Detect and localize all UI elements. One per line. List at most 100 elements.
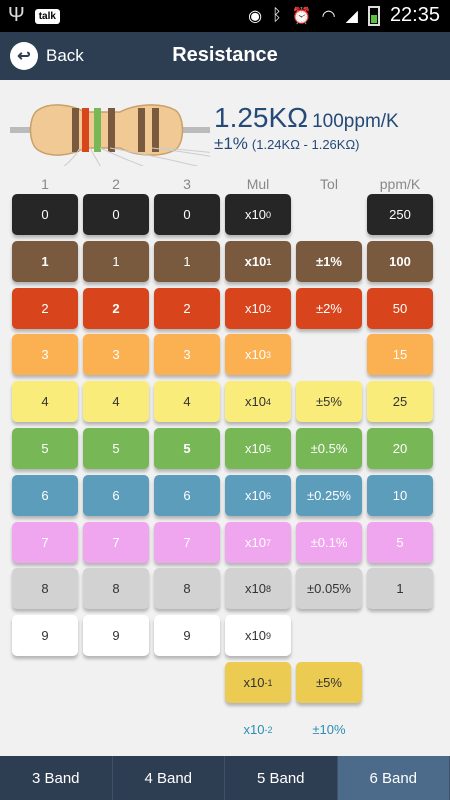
tab-6-band[interactable]: 6 Band [337,756,450,800]
band3-digit-8[interactable]: 8 [154,568,220,609]
tab-4-band[interactable]: 4 Band [113,756,225,800]
multiplier-base: x10 [245,301,266,316]
band2-digit-0[interactable]: 0 [83,194,149,235]
band3-digit-3[interactable]: 3 [154,334,220,375]
multiplier--2[interactable]: x10 -2 [225,709,291,750]
tab-3-band[interactable]: 3 Band [0,756,113,800]
multiplier-base: x10 [245,207,266,222]
alarm-icon: ⏰ [291,7,312,25]
multiplier-base: x10 [243,722,265,737]
multiplier-exponent: 4 [265,396,271,407]
band1-digit-5[interactable]: 5 [12,428,78,469]
band3-digit-0[interactable]: 0 [154,194,220,235]
band3-digit-5[interactable]: 5 [154,428,220,469]
tolerance-readout: ±1% (1.24KΩ - 1.26KΩ) [214,134,360,154]
multiplier-exponent: 1 [266,256,272,267]
band-count-tabs: 3 Band 4 Band 5 Band 6 Band [0,756,450,800]
tolerance-0.05-row8[interactable]: ±0.05% [296,568,362,609]
multiplier-exponent: 7 [265,537,271,548]
resistor-band-5 [138,108,145,152]
band2-digit-5[interactable]: 5 [83,428,149,469]
usb-icon: Ψ [8,4,25,26]
tolerance-5-row10[interactable]: ±5% [296,662,362,703]
multiplier-base: x10 [245,347,266,362]
tolerance-1-row1[interactable]: ±1% [296,241,362,282]
multiplier-exponent: -1 [264,677,273,688]
tolerance-0.5-row5[interactable]: ±0.5% [296,428,362,469]
ppm-20[interactable]: 20 [367,428,433,469]
band1-digit-8[interactable]: 8 [12,568,78,609]
band3-digit-4[interactable]: 4 [154,381,220,422]
column-header-5: ppm/K [379,176,421,192]
talk-icon: talk [34,9,60,24]
tab-5-band[interactable]: 5 Band [225,756,338,800]
tolerance-value: ±1% [214,134,248,153]
bluetooth-icon: ᛒ [272,6,282,24]
ppm-10[interactable]: 10 [367,475,433,516]
resistor-band-4 [108,108,115,152]
multiplier-4[interactable]: x10 4 [225,381,291,422]
column-header-1: 2 [112,176,120,192]
app-bar: ↩ Back Resistance [0,32,450,80]
ppm-50[interactable]: 50 [367,288,433,329]
band1-digit-7[interactable]: 7 [12,522,78,563]
multiplier-exponent: 3 [265,349,271,360]
multiplier-1[interactable]: x10 1 [225,241,291,282]
tolerance-10-row11[interactable]: ±10% [296,709,362,750]
band1-digit-6[interactable]: 6 [12,475,78,516]
band3-digit-2[interactable]: 2 [154,288,220,329]
band1-digit-2[interactable]: 2 [12,288,78,329]
band2-digit-6[interactable]: 6 [83,475,149,516]
multiplier-exponent: 6 [265,490,271,501]
ppm-1[interactable]: 1 [367,568,433,609]
band2-digit-9[interactable]: 9 [83,615,149,656]
multiplier-6[interactable]: x10 6 [225,475,291,516]
multiplier-3[interactable]: x10 3 [225,334,291,375]
resistor-band-3 [94,108,101,152]
multiplier-base: x10 [243,675,265,690]
band3-digit-9[interactable]: 9 [154,615,220,656]
ppm-100[interactable]: 100 [367,241,433,282]
resistor-band-6 [152,108,159,152]
multiplier-exponent: -2 [264,724,273,735]
band2-digit-3[interactable]: 3 [83,334,149,375]
multiplier-5[interactable]: x10 5 [225,428,291,469]
clock: 22:35 [389,4,440,26]
band1-digit-9[interactable]: 9 [12,615,78,656]
band1-digit-0[interactable]: 0 [12,194,78,235]
tolerance-5-row4[interactable]: ±5% [296,381,362,422]
eye-icon: ◉ [248,7,263,25]
multiplier-9[interactable]: x10 9 [225,615,291,656]
band1-digit-3[interactable]: 3 [12,334,78,375]
band2-digit-4[interactable]: 4 [83,381,149,422]
ppm-5[interactable]: 5 [367,522,433,563]
multiplier-exponent: 5 [265,443,271,454]
band2-digit-2[interactable]: 2 [83,288,149,329]
multiplier-8[interactable]: x10 8 [225,568,291,609]
tolerance-2-row2[interactable]: ±2% [296,288,362,329]
multiplier-base: x10 [244,254,267,269]
multiplier-2[interactable]: x10 2 [225,288,291,329]
multiplier-base: x10 [245,628,266,643]
band2-digit-8[interactable]: 8 [83,568,149,609]
resistor-illustration [10,104,210,166]
signal-icon: ◢ [345,7,358,25]
multiplier-0[interactable]: x10 0 [225,194,291,235]
band3-digit-6[interactable]: 6 [154,475,220,516]
tolerance-0.1-row7[interactable]: ±0.1% [296,522,362,563]
band2-digit-7[interactable]: 7 [83,522,149,563]
band2-digit-1[interactable]: 1 [83,241,149,282]
wifi-icon: ◠ [321,7,336,25]
band3-digit-7[interactable]: 7 [154,522,220,563]
band1-digit-4[interactable]: 4 [12,381,78,422]
ppm-250[interactable]: 250 [367,194,433,235]
ppm-25[interactable]: 25 [367,381,433,422]
ppm-15[interactable]: 15 [367,334,433,375]
band1-digit-1[interactable]: 1 [12,241,78,282]
band3-digit-1[interactable]: 1 [154,241,220,282]
multiplier-base: x10 [245,488,266,503]
multiplier-7[interactable]: x10 7 [225,522,291,563]
tolerance-0.25-row6[interactable]: ±0.25% [296,475,362,516]
multiplier-exponent: 0 [265,209,271,220]
multiplier--1[interactable]: x10 -1 [225,662,291,703]
